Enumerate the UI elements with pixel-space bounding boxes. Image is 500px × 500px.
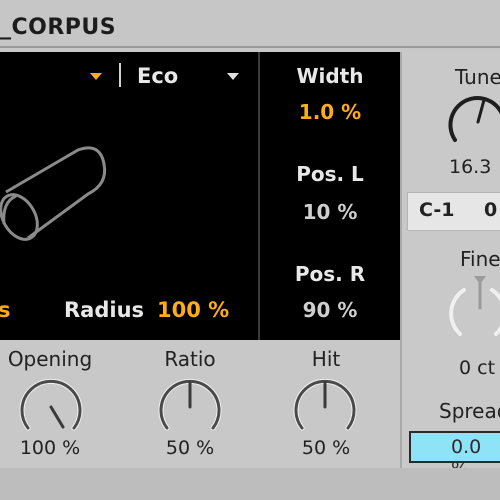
ratio-value: 50 %	[165, 437, 215, 459]
selector-separator	[119, 63, 121, 87]
tune-knob[interactable]	[446, 90, 500, 150]
quality-dropdown-value[interactable]: Eco	[137, 64, 178, 88]
partial-parameter-value: s	[0, 298, 11, 322]
tune-value: 16.3	[449, 156, 492, 178]
hit-value: 50 %	[301, 437, 351, 459]
hit-knob[interactable]	[290, 373, 360, 437]
spread-label: Spread	[439, 399, 500, 423]
ratio-label: Ratio	[164, 347, 216, 371]
pos-r-value[interactable]: 90 %	[262, 298, 398, 322]
note-value-2[interactable]: 0	[484, 199, 497, 221]
spread-field[interactable]: 0.0 %	[409, 431, 500, 480]
fine-label: Fine	[460, 247, 500, 271]
device-footer	[0, 468, 500, 500]
ratio-knob[interactable]	[155, 373, 225, 437]
device-title: _CORPUS	[0, 15, 117, 40]
quality-dropdown-icon[interactable]	[227, 73, 239, 80]
note-value[interactable]: C-1	[419, 199, 455, 221]
note-field[interactable]: C-1 0	[407, 192, 500, 231]
pos-r-label: Pos. R	[294, 262, 366, 286]
hit-label: Hit	[311, 347, 341, 371]
opening-knob[interactable]	[16, 373, 86, 437]
corpus-device: _CORPUS Eco s Radius 100 % Width 1.0 % P…	[0, 0, 500, 500]
width-value[interactable]: 1.0 %	[262, 100, 398, 124]
radius-value[interactable]: 100 %	[157, 298, 229, 322]
panel-divider	[258, 52, 260, 340]
width-label: Width	[296, 64, 364, 88]
device-title-bar: _CORPUS	[0, 0, 500, 48]
radius-label: Radius	[64, 298, 145, 322]
pos-l-label: Pos. L	[296, 162, 364, 186]
resonance-type-dropdown-icon[interactable]	[90, 73, 102, 80]
pos-l-value[interactable]: 10 %	[262, 200, 398, 224]
tune-label: Tune	[455, 65, 500, 89]
tube-resonator-icon	[0, 146, 107, 241]
fine-knob[interactable]	[446, 272, 500, 352]
fine-value: 0 ct	[459, 357, 496, 379]
opening-value: 100 %	[19, 437, 81, 459]
opening-label: Opening	[7, 347, 93, 371]
